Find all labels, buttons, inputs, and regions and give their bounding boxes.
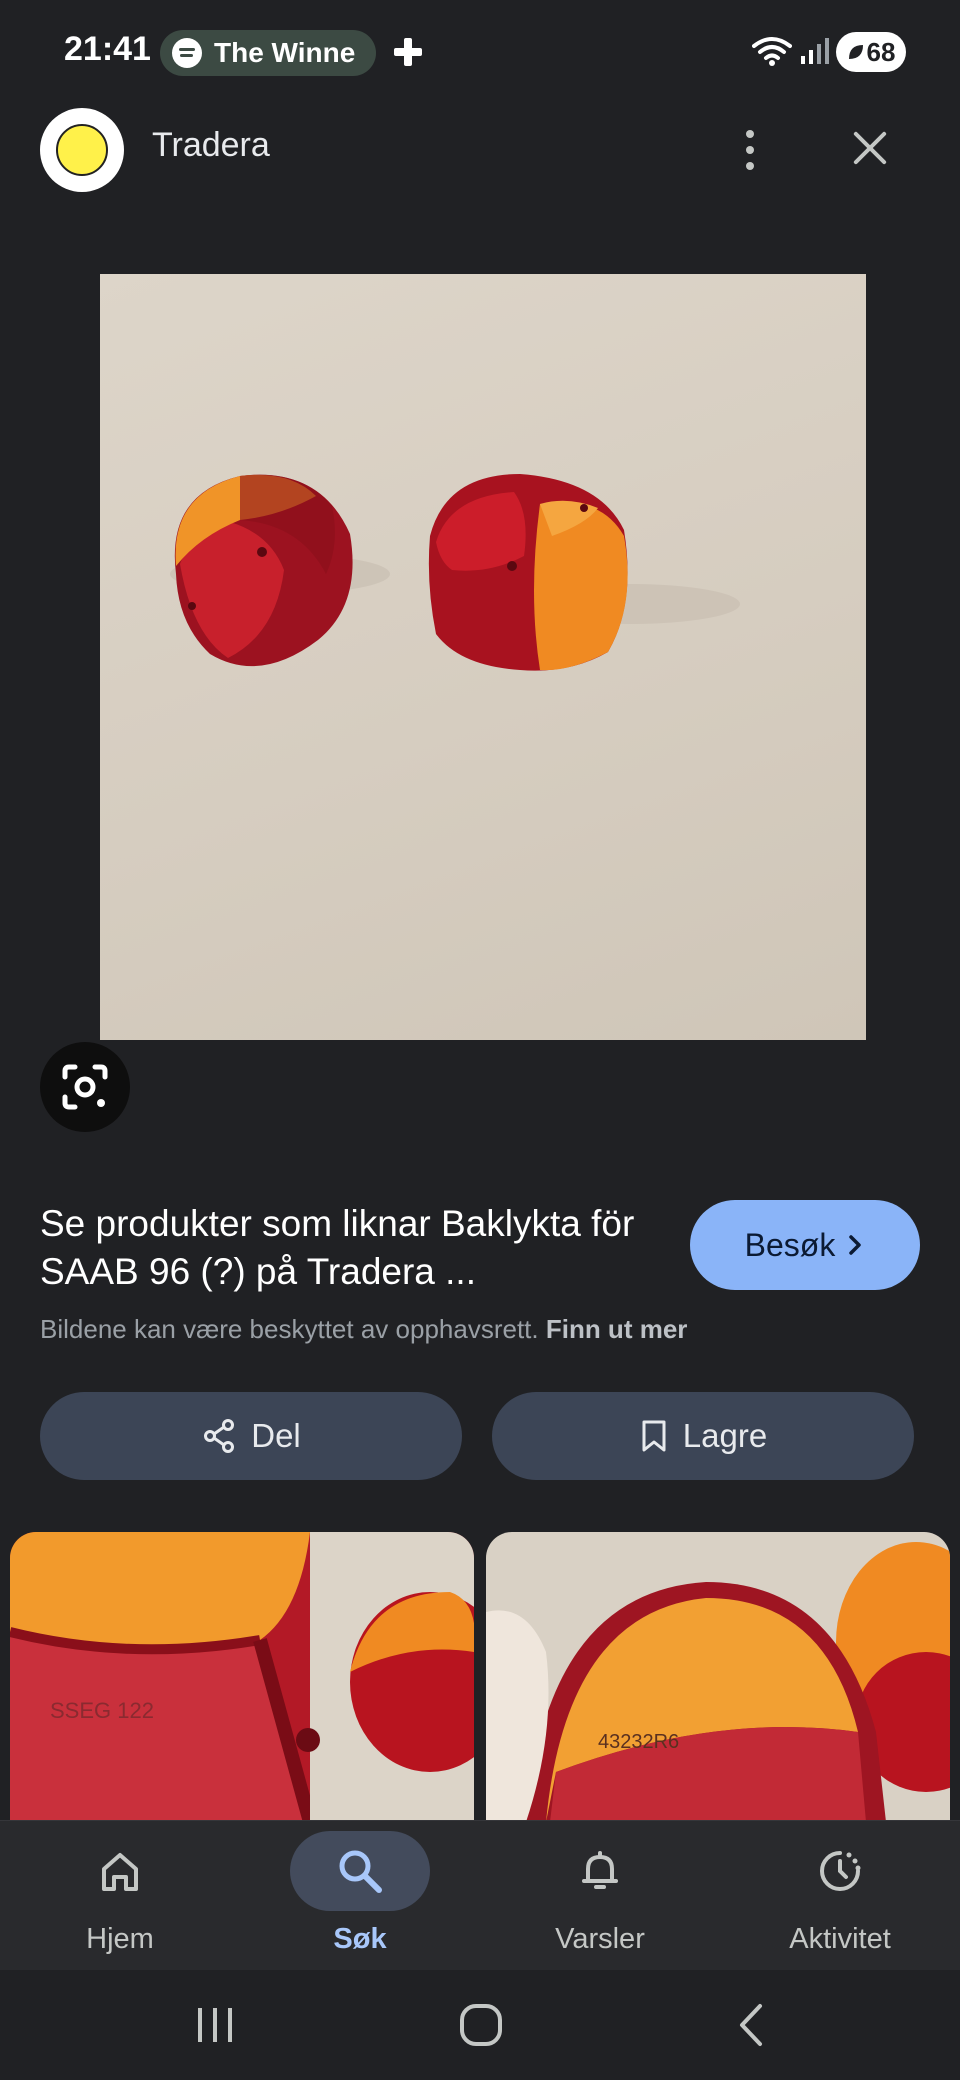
thumbnail-image: 43232R6 (486, 1532, 950, 1822)
bell-icon (582, 1851, 618, 1889)
learn-more-link[interactable]: Finn ut mer (546, 1314, 688, 1344)
recent-apps-button[interactable] (190, 2000, 240, 2050)
spotify-icon (172, 38, 202, 68)
share-button[interactable]: Del (40, 1392, 462, 1480)
bottom-navigation: Hjem Søk Varsler Aktivitet (0, 1820, 960, 1970)
more-dot (746, 146, 754, 154)
chevron-right-icon (849, 1235, 862, 1255)
more-dot (746, 162, 754, 170)
search-icon (339, 1850, 382, 1893)
media-title: The Winne (214, 37, 356, 68)
nav-label: Varsler (555, 1923, 645, 1955)
wifi-icon (752, 37, 792, 66)
nav-icon-container (50, 1831, 190, 1911)
system-navigation (0, 1970, 960, 2080)
site-avatar[interactable] (40, 108, 124, 192)
home-icon (102, 1853, 138, 1891)
nav-home[interactable]: Hjem (20, 1831, 220, 1971)
thumbnail-image: SSEG 122 (10, 1532, 474, 1822)
activity-icon (820, 1851, 861, 1891)
more-dot (746, 130, 754, 138)
nav-activity[interactable]: Aktivitet (740, 1831, 940, 1971)
nav-label: Hjem (86, 1923, 154, 1955)
status-bar: 21:41 The Winne 68 (0, 0, 960, 104)
lens-icon (62, 1064, 108, 1110)
save-button[interactable]: Lagre (492, 1392, 914, 1480)
nav-label: Aktivitet (789, 1923, 891, 1955)
visit-label: Besøk (744, 1226, 836, 1263)
tradera-logo (56, 124, 108, 176)
product-image[interactable] (100, 274, 866, 1040)
home-button[interactable] (456, 2000, 506, 2050)
signal-icon (801, 38, 829, 64)
nav-icon-container (290, 1831, 430, 1911)
plus-icon (394, 38, 422, 66)
media-pill[interactable]: The Winne (160, 30, 376, 76)
app-header: Tradera (0, 104, 960, 204)
svg-text:SSEG 122: SSEG 122 (50, 1698, 154, 1723)
back-button[interactable] (728, 2000, 778, 2050)
visit-button[interactable]: Besøk (690, 1200, 920, 1290)
bookmark-icon (642, 1420, 666, 1452)
result-title[interactable]: Se produkter som liknar Baklykta för SAA… (40, 1200, 680, 1296)
status-time: 21:41 (64, 30, 151, 68)
nav-label: Søk (333, 1923, 387, 1955)
nav-search[interactable]: Søk (260, 1831, 460, 1971)
battery-icon: 68 (836, 32, 906, 72)
save-label: Lagre (682, 1417, 768, 1454)
leaf-icon (848, 45, 863, 59)
more-options-button[interactable] (724, 120, 776, 180)
share-label: Del (251, 1417, 301, 1454)
related-image-thumbnail[interactable]: 43232R6 (486, 1532, 950, 1822)
copyright-text: Bildene kan være beskyttet av opphavsret… (40, 1314, 539, 1344)
nav-icon-container (770, 1831, 910, 1911)
close-button[interactable] (844, 122, 896, 174)
battery-level: 68 (866, 36, 896, 67)
copyright-note: Bildene kan være beskyttet av opphavsret… (40, 1314, 920, 1345)
nav-icon-container (530, 1831, 670, 1911)
related-image-thumbnail[interactable]: SSEG 122 (10, 1532, 474, 1822)
lens-search-button[interactable] (40, 1042, 130, 1132)
site-name: Tradera (152, 126, 270, 164)
share-icon (204, 1419, 235, 1453)
thumbnail-part-number: 43232R6 (598, 1731, 679, 1753)
taillights-illustration (170, 474, 740, 671)
nav-alerts[interactable]: Varsler (500, 1831, 700, 1971)
